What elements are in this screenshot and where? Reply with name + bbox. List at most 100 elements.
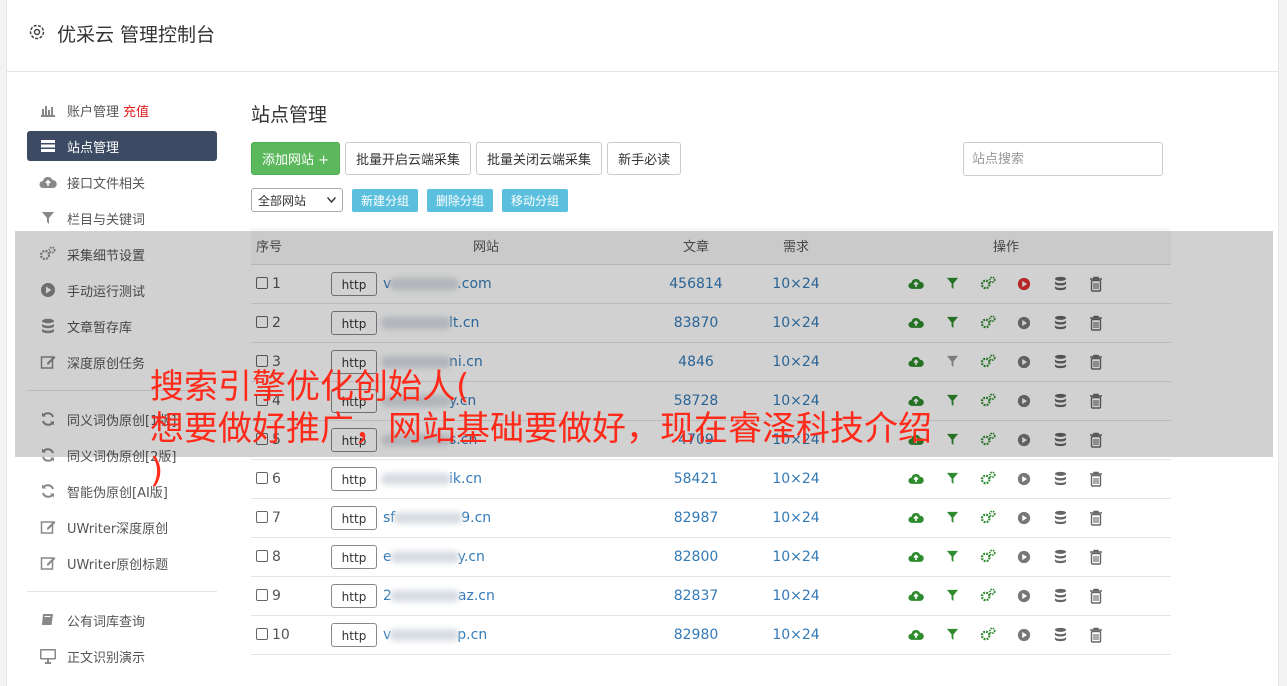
- site-domain-suffix[interactable]: az.cn: [458, 588, 495, 604]
- sidebar-item-g2-4[interactable]: UWriter原创标题: [27, 545, 217, 581]
- new-group-button[interactable]: 新建分组: [352, 188, 419, 212]
- sidebar-item-label: UWriter原创标题: [67, 557, 169, 573]
- edit-icon: [39, 518, 57, 536]
- redacted-domain: [389, 628, 460, 641]
- gears-icon[interactable]: [979, 626, 997, 644]
- filter-icon[interactable]: [943, 509, 961, 527]
- gears-icon[interactable]: [979, 587, 997, 605]
- redacted-domain: [389, 589, 460, 602]
- row-site-cell: http v p.cn: [331, 615, 641, 655]
- row-index-cell: 7: [251, 498, 331, 538]
- site-search-input[interactable]: [963, 142, 1163, 176]
- edit-icon: [39, 554, 57, 572]
- database-icon[interactable]: [1051, 587, 1069, 605]
- refresh-icon: [39, 482, 57, 500]
- filter-icon: [39, 209, 57, 227]
- play-icon[interactable]: [1015, 626, 1033, 644]
- row-index-cell: 9: [251, 576, 331, 616]
- row-checkbox[interactable]: [256, 588, 268, 601]
- sidebar-item-label: 栏目与关键词: [67, 212, 146, 228]
- demand-value[interactable]: 10×24: [751, 576, 841, 616]
- gears-icon[interactable]: [979, 509, 997, 527]
- article-count[interactable]: 82800: [641, 537, 751, 577]
- overlay-banner-text: 搜索引擎优化创始人( 想要做好推广，网站基础要做好，现在睿泽科技介绍 ): [150, 367, 932, 491]
- cloud-upload-icon[interactable]: [907, 587, 925, 605]
- batch-enable-button[interactable]: 批量开启云端采集: [345, 142, 472, 175]
- row-index-cell: 10: [251, 615, 331, 655]
- table-row: 7 http sf 9.cn 82987 10×24: [251, 498, 1171, 538]
- demand-value[interactable]: 10×24: [751, 498, 841, 538]
- row-index-cell: 8: [251, 537, 331, 577]
- row-checkbox[interactable]: [256, 510, 268, 523]
- sidebar-item-g2-3[interactable]: UWriter深度原创: [27, 509, 217, 545]
- row-index: 9: [272, 587, 281, 604]
- row-operations: [841, 615, 1171, 655]
- group-select-value: 全部网站: [258, 193, 307, 208]
- filter-icon[interactable]: [943, 548, 961, 566]
- row-index: 8: [272, 548, 281, 565]
- bar-chart-icon: [39, 101, 57, 119]
- group-select[interactable]: 全部网站: [251, 188, 343, 212]
- sidebar-item-label: UWriter深度原创: [67, 521, 169, 537]
- trash-icon[interactable]: [1087, 587, 1105, 605]
- row-checkbox[interactable]: [256, 627, 268, 640]
- demand-value[interactable]: 10×24: [751, 537, 841, 577]
- site-domain-suffix[interactable]: 9.cn: [461, 510, 491, 526]
- row-operations: [841, 498, 1171, 538]
- filter-icon[interactable]: [943, 626, 961, 644]
- app-title: 优采云 管理控制台: [57, 24, 216, 46]
- page-title: 站点管理: [251, 104, 328, 126]
- filter-icon[interactable]: [943, 587, 961, 605]
- protocol-badge: http: [331, 583, 377, 608]
- article-count[interactable]: 82980: [641, 615, 751, 655]
- demand-value[interactable]: 10×24: [751, 615, 841, 655]
- sidebar-item-g3-1[interactable]: 正文识别演示: [27, 638, 217, 674]
- trash-icon[interactable]: [1087, 626, 1105, 644]
- sidebar-item-label: 公有词库查询: [67, 614, 146, 630]
- play-icon[interactable]: [1015, 509, 1033, 527]
- sidebar-item-label: 正文识别演示: [67, 650, 146, 666]
- row-site-cell: http sf 9.cn: [331, 498, 641, 538]
- database-icon[interactable]: [1051, 548, 1069, 566]
- sidebar-divider: [27, 591, 217, 592]
- batch-disable-button[interactable]: 批量关闭云端采集: [476, 142, 603, 175]
- cloud-upload-icon: [39, 173, 57, 191]
- article-count[interactable]: 82987: [641, 498, 751, 538]
- sidebar-item-label: 接口文件相关: [67, 176, 146, 192]
- delete-group-button[interactable]: 删除分组: [427, 188, 494, 212]
- article-count[interactable]: 82837: [641, 576, 751, 616]
- main-content: 站点管理 添加网站 + 批量开启云端采集 批量关闭云端采集 新手必读 全部网站 …: [251, 100, 1171, 655]
- cloud-upload-icon[interactable]: [907, 509, 925, 527]
- table-row: 9 http 2 az.cn 82837 10×24: [251, 576, 1171, 616]
- play-icon[interactable]: [1015, 548, 1033, 566]
- monitor-icon: [39, 647, 57, 665]
- database-icon[interactable]: [1051, 626, 1069, 644]
- move-group-button[interactable]: 移动分组: [502, 188, 569, 212]
- cloud-upload-icon[interactable]: [907, 626, 925, 644]
- protocol-badge: http: [331, 622, 377, 647]
- guide-button[interactable]: 新手必读: [607, 142, 682, 175]
- database-icon[interactable]: [1051, 509, 1069, 527]
- gear-icon[interactable]: [27, 22, 47, 42]
- cloud-upload-icon[interactable]: [907, 548, 925, 566]
- site-domain-suffix[interactable]: p.cn: [457, 627, 487, 643]
- gears-icon[interactable]: [979, 548, 997, 566]
- sidebar-item-g3-0[interactable]: 公有词库查询: [27, 602, 217, 638]
- group-controls: 全部网站 新建分组 删除分组 移动分组: [251, 188, 577, 212]
- server-icon: [39, 137, 57, 155]
- row-checkbox[interactable]: [256, 549, 268, 562]
- site-domain-suffix[interactable]: y.cn: [458, 549, 485, 565]
- row-operations: [841, 576, 1171, 616]
- row-site-cell: http 2 az.cn: [331, 576, 641, 616]
- sidebar-item-g1-0[interactable]: 账户管理 充值: [27, 92, 217, 128]
- add-site-button[interactable]: 添加网站 +: [251, 142, 341, 175]
- chevron-down-icon: [327, 197, 336, 203]
- sidebar-item-g1-1[interactable]: 站点管理: [27, 131, 217, 161]
- sidebar-item-g1-2[interactable]: 接口文件相关: [27, 164, 217, 200]
- table-row: 8 http e y.cn 82800 10×24: [251, 537, 1171, 577]
- play-icon[interactable]: [1015, 587, 1033, 605]
- recharge-link[interactable]: 充值: [123, 101, 149, 120]
- trash-icon[interactable]: [1087, 548, 1105, 566]
- trash-icon[interactable]: [1087, 509, 1105, 527]
- sidebar-item-label: 账户管理: [67, 104, 120, 120]
